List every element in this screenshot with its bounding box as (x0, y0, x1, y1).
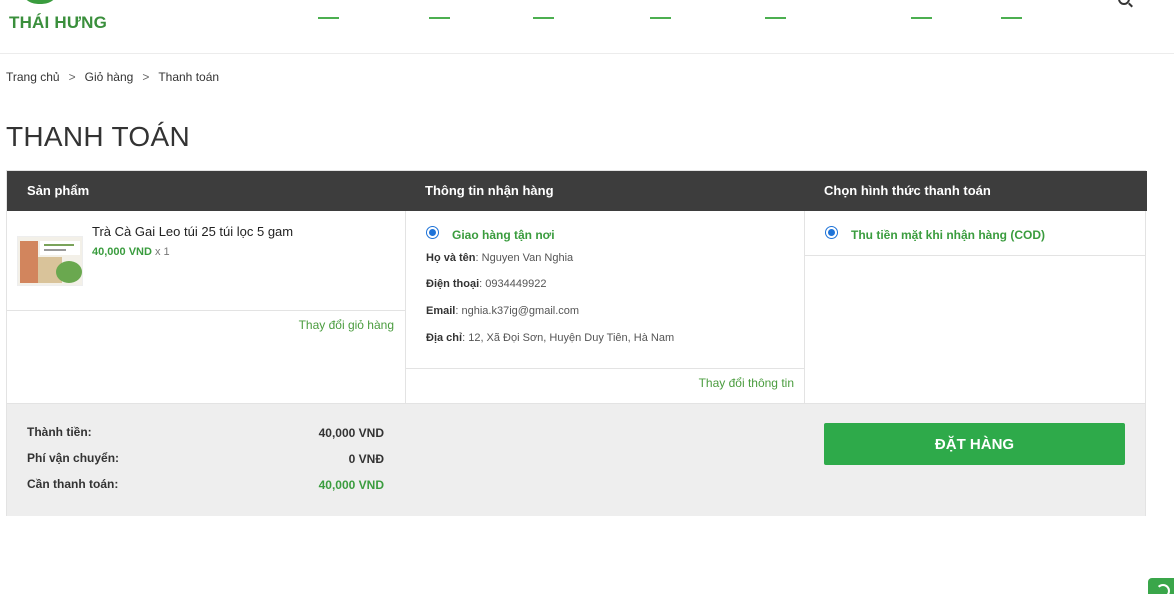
change-cart-link[interactable]: Thay đổi giỏ hàng (299, 318, 394, 332)
nav-item-1[interactable] (318, 17, 339, 19)
nav-item-7[interactable] (1001, 17, 1022, 19)
header-shipping-info: Thông tin nhận hàng (425, 183, 554, 198)
address-value: 12, Xã Đọi Sơn, Huyện Duy Tiên, Hà Nam (468, 332, 675, 344)
breadcrumb-home[interactable]: Trang chủ (6, 70, 60, 84)
nav-item-4[interactable] (650, 17, 671, 19)
logo-leaf-icon (20, 0, 60, 4)
product-thumbnail (17, 236, 83, 286)
nav-item-3[interactable] (533, 17, 554, 19)
subtotal-label: Thành tiền: (27, 425, 92, 439)
payment-column: Thu tiền mặt khi nhận hàng (COD) (805, 211, 1145, 403)
email-value: nghia.k37ig@gmail.com (461, 305, 580, 317)
order-summary: Thành tiền: 40,000 VND Phí vận chuyển: 0… (7, 403, 1145, 516)
checkout-table-header: Sản phẩm Thông tin nhận hàng Chọn hình t… (7, 171, 1147, 211)
breadcrumb: Trang chủ > Giỏ hàng > Thanh toán (6, 70, 219, 84)
total-label: Cần thanh toán: (27, 477, 119, 491)
shipping-fee-label: Phí vận chuyển: (27, 451, 120, 465)
checkout-table: Sản phẩm Thông tin nhận hàng Chọn hình t… (6, 170, 1147, 516)
divider (406, 368, 804, 369)
nav-item-5[interactable] (765, 17, 786, 19)
nav-item-6[interactable] (911, 17, 932, 19)
header-product: Sản phẩm (27, 183, 90, 198)
product-column: Trà Cà Gai Leo túi 25 túi lọc 5 gam 40,0… (7, 211, 406, 403)
recipient-address: Địa chỉ: 12, Xã Đọi Sơn, Huyện Duy Tiên,… (426, 332, 675, 344)
payment-option-label[interactable]: Thu tiền mặt khi nhận hàng (COD) (851, 228, 1045, 242)
chat-icon[interactable] (1148, 578, 1174, 594)
breadcrumb-separator: > (142, 70, 150, 84)
recipient-name: Họ và tên: Nguyen Van Nghia (426, 252, 574, 264)
change-info-link[interactable]: Thay đổi thông tin (699, 376, 794, 390)
page-title: THANH TOÁN (6, 121, 190, 152)
breadcrumb-separator: > (68, 70, 76, 84)
breadcrumb-cart[interactable]: Giỏ hàng (85, 70, 134, 84)
nav-item-2[interactable] (429, 17, 450, 19)
phone-label: Điện thoại (426, 278, 480, 290)
product-price: 40,000 VND (92, 246, 152, 258)
phone-value: 0934449922 (485, 278, 547, 290)
header-payment-method: Chọn hình thức thanh toán (824, 183, 991, 198)
name-value: Nguyen Van Nghia (481, 252, 574, 264)
site-header: THÁI HƯNG (0, 0, 1174, 54)
name-label: Họ và tên (426, 252, 476, 264)
shipping-column: Giao hàng tận nơi Họ và tên: Nguyen Van … (406, 211, 805, 403)
recipient-phone: Điện thoại: 0934449922 (426, 278, 547, 290)
recipient-email: Email: nghia.k37ig@gmail.com (426, 305, 580, 317)
shipping-radio[interactable] (426, 226, 439, 239)
total-value: 40,000 VND (318, 478, 384, 492)
product-price-line: 40,000 VND x 1 (92, 246, 170, 258)
product-qty: x 1 (155, 246, 170, 258)
product-name[interactable]: Trà Cà Gai Leo túi 25 túi lọc 5 gam (92, 224, 293, 239)
divider (805, 255, 1145, 256)
email-label: Email (426, 305, 456, 317)
site-logo[interactable]: THÁI HƯNG (9, 13, 107, 33)
shipping-fee-value: 0 VNĐ (348, 452, 384, 466)
search-icon[interactable] (1118, 0, 1130, 5)
divider (7, 310, 406, 311)
place-order-button[interactable]: ĐẶT HÀNG (824, 423, 1125, 465)
shipping-option-label[interactable]: Giao hàng tận nơi (452, 228, 555, 242)
breadcrumb-current: Thanh toán (158, 70, 220, 84)
payment-radio[interactable] (825, 226, 838, 239)
address-label: Địa chỉ (426, 332, 463, 344)
subtotal-value: 40,000 VND (318, 426, 384, 440)
